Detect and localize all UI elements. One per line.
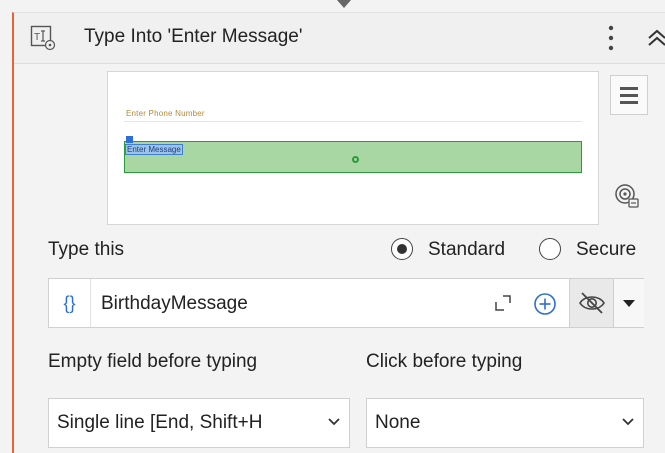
type-into-icon: T [30, 25, 56, 51]
empty-field-value: Single line [End, Shift+H [57, 412, 263, 433]
input-options-dropdown[interactable] [613, 279, 644, 327]
preview-menu-button[interactable] [610, 75, 648, 115]
standard-radio[interactable] [391, 238, 413, 260]
variable-badge-icon[interactable]: {} [49, 279, 91, 327]
secure-radio-label[interactable]: Secure [576, 239, 636, 261]
eye-slash-icon [579, 292, 605, 314]
type-this-label: Type this [48, 239, 125, 260]
secure-radio[interactable] [539, 238, 561, 260]
indicate-target-icon[interactable] [614, 183, 640, 209]
flow-connector-arrow [337, 0, 351, 8]
hamburger-icon-bar [620, 94, 638, 97]
type-this-input[interactable] [99, 292, 483, 316]
chevron-down-icon [328, 418, 340, 426]
preview-page-title: Enter Phone Number [126, 109, 205, 118]
empty-field-select[interactable]: Single line [End, Shift+H [48, 398, 350, 448]
svg-text:T: T [34, 32, 40, 43]
click-before-value: None [375, 412, 421, 433]
preview-divider [124, 121, 582, 122]
type-this-input-row: {} [48, 278, 644, 328]
empty-field-label: Empty field before typing [48, 351, 258, 372]
toggle-visibility-button[interactable] [569, 279, 614, 327]
click-before-select[interactable]: None [366, 398, 644, 448]
activity-header[interactable]: T Type Into 'Enter Message' [14, 13, 665, 64]
activity-title[interactable]: Type Into 'Enter Message' [84, 26, 302, 48]
preview-field-label: Enter Message [125, 144, 183, 155]
preview-screenshot: Enter Phone Number Enter Message [114, 78, 592, 218]
hamburger-icon-bar [620, 101, 638, 104]
preview-anchor-marker [126, 136, 133, 143]
preview-click-point [352, 156, 359, 163]
hamburger-icon-bar [620, 87, 638, 90]
expand-editor-icon[interactable] [493, 293, 513, 313]
add-variable-icon[interactable] [533, 292, 557, 316]
chevron-down-icon [622, 418, 634, 426]
collapse-chevron-icon[interactable] [646, 27, 665, 49]
element-preview[interactable]: Enter Phone Number Enter Message [107, 71, 599, 225]
click-before-label: Click before typing [366, 351, 523, 372]
standard-radio-label[interactable]: Standard [428, 239, 505, 261]
more-options-icon[interactable] [606, 23, 616, 53]
activity-card: T Type Into 'Enter Message' Enter Phone … [12, 12, 665, 453]
